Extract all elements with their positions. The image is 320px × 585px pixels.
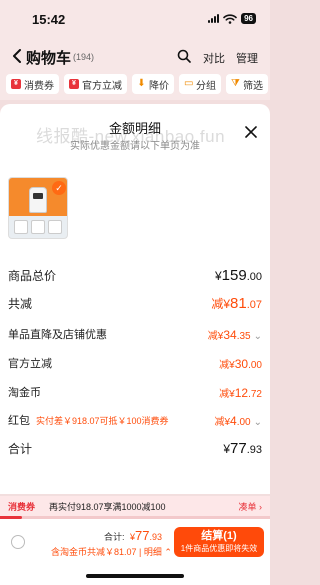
manage-button[interactable]: 管理: [236, 50, 258, 66]
status-time: 15:42: [32, 12, 66, 27]
signal-icon: [208, 14, 220, 23]
battery-icon: 96: [241, 13, 256, 24]
bottom-total-label: 合计:: [104, 532, 125, 542]
chip-label: 官方立减: [82, 80, 122, 92]
taojinbi-value: 减¥12.72: [219, 386, 262, 400]
wifi-icon: [223, 13, 237, 24]
grand-total-label: 合计: [8, 442, 33, 456]
search-icon[interactable]: [177, 49, 191, 63]
taojinbi-label: 淘金币: [8, 387, 41, 399]
status-icons: 96: [208, 13, 256, 24]
redpack-row[interactable]: 红包 实付差￥918.07可抵￥100消费券 减¥4.00 ⌄: [8, 412, 262, 430]
filter-chip-row: ¥ 消费券 ¥ 官方立减 ⬇ 降价 ▭ 分组 ⧩ 筛选: [0, 74, 270, 100]
selected-check-icon: ✓: [52, 181, 66, 195]
cart-header: 购物车 (194) 对比 管理: [0, 38, 270, 74]
add-items-link[interactable]: 凑单 ›: [239, 500, 263, 513]
goods-total-label: 商品总价: [8, 269, 57, 283]
total-discount-row: 共减 减¥81.07: [8, 295, 262, 315]
official-discount-value: 减¥30.00: [219, 357, 262, 371]
total-discount-value: 减¥81.07: [211, 295, 262, 312]
filter-chip-group[interactable]: ▭ 分组: [179, 74, 221, 94]
chevron-down-icon: ⌄: [253, 331, 262, 342]
chevron-left-icon[interactable]: [12, 49, 22, 63]
status-bar: 15:42 96: [0, 0, 270, 38]
sheet-title: 金额明细: [108, 121, 161, 136]
chip-label: 降价: [149, 80, 169, 92]
price-breakdown-sheet: 线报酷-new.xianbao.fun 金额明细 实际优惠金额请以下单页为准 ✓…: [0, 104, 270, 494]
grand-total-value: ¥77.93: [223, 440, 262, 457]
sheet-subtitle: 实际优惠金额请以下单页为准: [70, 141, 200, 152]
taojinbi-row: 淘金币 减¥12.72: [8, 384, 262, 402]
chip-label: 消费券: [24, 80, 54, 92]
goods-total-row: 商品总价 ¥159.00: [8, 267, 262, 287]
red-tag-icon: ¥: [69, 79, 79, 89]
close-icon[interactable]: [244, 125, 258, 139]
redpack-note: 实付差￥918.07可抵￥100消费券: [36, 416, 169, 426]
grand-total-row: 合计 ¥77.93: [8, 440, 262, 460]
chip-label: 分组: [196, 80, 216, 92]
official-discount-label: 官方立减: [8, 358, 52, 370]
redpack-label: 红包 实付差￥918.07可抵￥100消费券: [8, 415, 169, 427]
redpack-value: 减¥4.00 ⌄: [214, 414, 262, 428]
chevron-down-icon: ⌄: [253, 417, 262, 428]
checkout-label: 结算(1): [201, 530, 237, 542]
filter-icon: ⧩: [231, 78, 240, 89]
promo-strip[interactable]: 消费券 再实付918.07享满1000减100 凑单 ›: [0, 496, 270, 516]
promo-tag: 消费券: [8, 502, 36, 512]
total-discount-label: 共减: [8, 297, 33, 311]
chip-label: 筛选: [243, 80, 263, 92]
filter-chip-price-drop[interactable]: ⬇ 降价: [132, 74, 174, 94]
checkout-sublabel: 1件商品优惠即将失效: [180, 544, 258, 553]
folder-icon: ▭: [184, 78, 194, 89]
product-thumbnail[interactable]: ✓: [8, 177, 68, 239]
promo-text: 再实付918.07享满1000减100: [49, 502, 166, 512]
arrow-down-icon: ⬇: [137, 78, 146, 89]
direct-discount-row[interactable]: 单品直降及店铺优惠 减¥34.35 ⌄: [8, 326, 262, 344]
filter-chip-official-discount[interactable]: ¥ 官方立减: [64, 74, 127, 94]
home-indicator: [86, 574, 184, 578]
breakdown-toggle[interactable]: 含淘金币共减￥81.07 | 明细 ⌃: [51, 545, 172, 558]
compare-button[interactable]: 对比: [203, 50, 225, 66]
bottom-total-value: ¥77.93: [130, 528, 162, 543]
select-all-checkbox[interactable]: [11, 535, 25, 549]
filter-chip-filter[interactable]: ⧩ 筛选: [226, 74, 268, 94]
checkout-button[interactable]: 结算(1) 1件商品优惠即将失效: [174, 527, 264, 557]
filter-chip-coupon[interactable]: ¥ 消费券: [6, 74, 59, 94]
official-discount-row: 官方立减 减¥30.00: [8, 355, 262, 373]
page-title: 购物车: [26, 50, 72, 67]
cart-count: (194): [73, 52, 95, 62]
goods-total-value: ¥159.00: [214, 267, 262, 284]
red-tag-icon: ¥: [11, 79, 21, 89]
direct-discount-value: 减¥34.35 ⌄: [207, 328, 262, 342]
direct-discount-label: 单品直降及店铺优惠: [8, 329, 107, 341]
